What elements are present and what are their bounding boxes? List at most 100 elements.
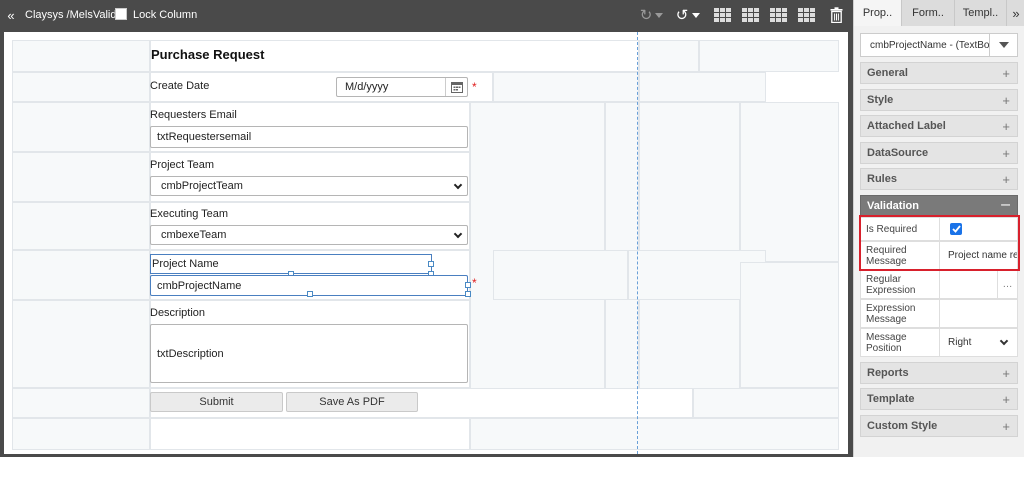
panel-tabs: Prop.. Form.. Templ.. » bbox=[854, 0, 1024, 26]
redo-dropdown-icon[interactable] bbox=[655, 13, 663, 18]
message-position-select[interactable]: Right bbox=[939, 329, 1017, 356]
tab-properties[interactable]: Prop.. bbox=[854, 0, 902, 26]
grid-cell bbox=[12, 250, 150, 300]
grid-cell bbox=[12, 202, 150, 250]
plus-icon: + bbox=[1002, 392, 1010, 407]
create-date-field[interactable]: M/d/yyyy bbox=[336, 77, 468, 97]
plus-icon: + bbox=[1002, 93, 1010, 108]
section-reports[interactable]: Reports + bbox=[860, 362, 1018, 384]
section-general[interactable]: General + bbox=[860, 62, 1018, 84]
section-general-label: General bbox=[867, 67, 908, 79]
layout-grid-icon-1[interactable] bbox=[714, 7, 731, 22]
prop-row-expression-message: Expression Message bbox=[860, 299, 1018, 328]
grid-cell bbox=[12, 152, 150, 202]
section-validation[interactable]: Validation – bbox=[860, 195, 1018, 217]
undo-dropdown-icon[interactable] bbox=[692, 13, 700, 18]
tab-form[interactable]: Form.. bbox=[902, 0, 955, 26]
grid-cell bbox=[12, 40, 150, 72]
chevron-down-icon bbox=[453, 180, 463, 190]
requesters-email-label: Requesters Email bbox=[150, 109, 237, 121]
section-rules-label: Rules bbox=[867, 173, 897, 185]
grid-cell bbox=[12, 300, 150, 388]
message-position-label: Message Position bbox=[866, 332, 907, 354]
section-custom-style[interactable]: Custom Style + bbox=[860, 415, 1018, 437]
description-textarea[interactable]: txtDescription bbox=[150, 324, 468, 383]
caret-down-icon[interactable] bbox=[989, 34, 1017, 56]
section-datasource-label: DataSource bbox=[867, 147, 929, 159]
section-template[interactable]: Template + bbox=[860, 388, 1018, 410]
designer-app: « Claysys /MelsValid Lock Column ↻ ↺ Pur… bbox=[0, 0, 1024, 481]
section-rules[interactable]: Rules + bbox=[860, 168, 1018, 190]
grid-cell bbox=[639, 72, 766, 102]
plus-icon: + bbox=[1002, 119, 1010, 134]
grid-cell bbox=[12, 102, 150, 152]
grid-cell bbox=[740, 102, 839, 262]
create-date-placeholder: M/d/yyyy bbox=[345, 81, 389, 93]
project-name-label: Project Name bbox=[152, 258, 219, 270]
redo-icon[interactable]: ↻ bbox=[638, 6, 654, 24]
lock-column-checkbox[interactable] bbox=[115, 8, 127, 20]
description-label: Description bbox=[150, 307, 206, 319]
section-validation-label: Validation bbox=[867, 200, 919, 212]
section-datasource[interactable]: DataSource + bbox=[860, 142, 1018, 164]
layout-grid-icon-3[interactable] bbox=[770, 7, 787, 22]
grid-cell bbox=[493, 250, 628, 300]
required-asterisk: * bbox=[472, 276, 477, 290]
plus-icon: + bbox=[1002, 66, 1010, 81]
designer-toolbar: « Claysys /MelsValid Lock Column ↻ ↺ bbox=[0, 0, 853, 30]
grid-cell bbox=[693, 388, 839, 418]
grid-cell bbox=[493, 72, 639, 102]
requesters-email-field[interactable]: txtRequestersemail bbox=[150, 126, 468, 148]
executing-team-select[interactable]: cmbexeTeam bbox=[150, 225, 468, 245]
plus-icon: + bbox=[1002, 419, 1010, 434]
regular-expression-input[interactable]: … bbox=[939, 271, 1017, 298]
plus-icon: + bbox=[1002, 366, 1010, 381]
panel-expand-icon[interactable]: » bbox=[1007, 0, 1024, 26]
plus-icon: + bbox=[1002, 172, 1010, 187]
form-canvas[interactable]: Purchase Request Create Date M/d/yyyy * … bbox=[4, 32, 848, 454]
executing-team-select-value: cmbexeTeam bbox=[161, 229, 227, 241]
lock-column-label: Lock Column bbox=[133, 9, 198, 21]
collapse-chevron-icon[interactable]: « bbox=[4, 7, 18, 23]
breadcrumb: Claysys /MelsValid bbox=[25, 9, 117, 21]
project-team-label: Project Team bbox=[150, 159, 214, 171]
section-style[interactable]: Style + bbox=[860, 89, 1018, 111]
control-selector[interactable]: cmbProjectName - (TextBox) bbox=[860, 33, 1018, 57]
grid-cell bbox=[699, 40, 839, 72]
resize-handle[interactable] bbox=[465, 282, 471, 288]
grid-cell bbox=[12, 72, 150, 102]
section-custom-style-label: Custom Style bbox=[867, 420, 938, 432]
required-asterisk: * bbox=[472, 80, 477, 94]
grid-cell bbox=[12, 388, 150, 418]
tab-template[interactable]: Templ.. bbox=[955, 0, 1007, 26]
message-position-value: Right bbox=[948, 337, 972, 348]
grid-cell bbox=[740, 262, 839, 388]
canvas-frame: Purchase Request Create Date M/d/yyyy * … bbox=[0, 30, 853, 457]
resize-handle[interactable] bbox=[465, 291, 471, 297]
control-selector-value: cmbProjectName - (TextBox) bbox=[870, 39, 990, 51]
section-style-label: Style bbox=[867, 94, 894, 106]
submit-button[interactable]: Submit bbox=[150, 392, 283, 412]
resize-handle[interactable] bbox=[428, 261, 434, 267]
layout-grid-icon-4[interactable] bbox=[798, 7, 815, 22]
resize-handle[interactable] bbox=[307, 291, 313, 297]
plus-icon: + bbox=[1002, 146, 1010, 161]
regular-expression-label: Regular Expression bbox=[866, 274, 916, 296]
save-as-pdf-button[interactable]: Save As PDF bbox=[286, 392, 418, 412]
trash-icon[interactable] bbox=[829, 6, 843, 23]
project-team-select[interactable]: cmbProjectTeam bbox=[150, 176, 468, 196]
ellipsis-icon[interactable]: … bbox=[997, 271, 1017, 298]
section-template-label: Template bbox=[867, 393, 915, 405]
executing-team-label: Executing Team bbox=[150, 208, 229, 220]
layout-grid-icon-2[interactable] bbox=[742, 7, 759, 22]
undo-icon[interactable]: ↺ bbox=[674, 6, 690, 24]
section-attached-label[interactable]: Attached Label + bbox=[860, 115, 1018, 137]
form-title: Purchase Request bbox=[151, 47, 265, 62]
grid-cell bbox=[12, 418, 150, 450]
chevron-down-icon bbox=[453, 229, 463, 239]
prop-row-message-position: Message Position Right bbox=[860, 328, 1018, 357]
expression-message-input[interactable] bbox=[939, 300, 1017, 327]
calendar-icon[interactable] bbox=[445, 78, 467, 96]
column-guide-line bbox=[637, 32, 638, 454]
grid-cell bbox=[150, 418, 470, 450]
